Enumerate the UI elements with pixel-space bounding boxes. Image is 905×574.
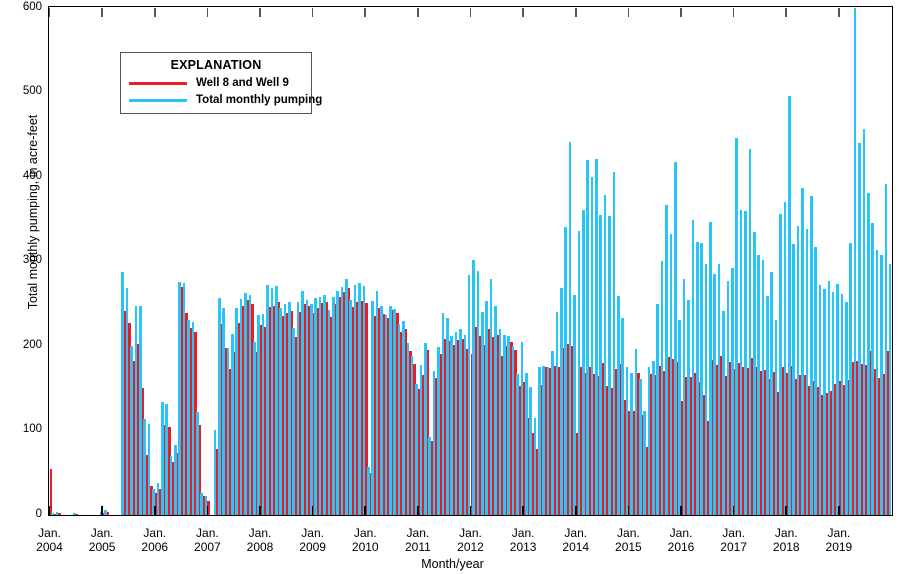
y-tick-label: 300 [22,254,42,266]
x-tick-mark-top [522,7,524,17]
y-tick-label: 500 [22,85,42,97]
legend-swatch-wells [129,81,187,85]
legend-box: EXPLANATION Well 8 and Well 9 Total mont… [120,52,322,114]
x-tick-mark [469,505,472,515]
x-tick-label-month: Jan. [827,526,851,540]
y-tick-label: 200 [22,338,42,351]
bar-well-8-and-well-9 [58,512,61,515]
x-tick-mark-top [311,7,314,17]
x-tick-mark-top [732,7,735,17]
x-tick-mark-top [153,7,156,17]
bar-well-8-and-well-9 [75,513,79,515]
x-tick-mark-top [48,7,51,17]
x-tick-mark [259,505,261,515]
legend-item-wells: Well 8 and Well 9 [121,77,311,89]
x-tick-mark [522,505,524,515]
y-tick-label: 600 [22,0,42,13]
x-tick-mark [732,505,735,515]
x-tick-mark-top [838,7,840,17]
y-tick-label: 100 [22,423,42,435]
x-tick-mark-top [627,7,630,17]
x-tick-mark-top [469,7,472,17]
x-tick-mark [838,505,840,515]
legend-label-wells: Well 8 and Well 9 [196,77,289,89]
legend-label-total: Total monthly pumping [196,94,323,106]
x-tick-mark [206,505,209,515]
legend-title: EXPLANATION [170,58,262,72]
x-tick-mark [785,505,788,515]
legend-item-total: Total monthly pumping [121,94,322,106]
x-tick-mark-top [574,7,577,17]
x-tick-label: Jan. 2019 [804,526,874,554]
y-tick-label: 0 [35,507,42,520]
x-tick-mark [364,505,367,515]
x-tick-mark [680,505,682,515]
x-tick-mark [417,505,419,515]
y-axis-title: Total monthly pumping, in acre-feet [26,114,40,310]
x-tick-label-year: 2019 [825,539,853,554]
x-tick-mark-top [259,7,261,17]
bar-well-8-and-well-9 [106,511,110,515]
x-tick-mark [627,505,630,515]
x-tick-mark [48,505,51,515]
x-tick-mark-top [680,7,682,17]
x-tick-mark-top [785,7,788,17]
x-tick-mark [153,505,156,515]
x-axis-title: Month/year [421,557,484,571]
x-tick-mark [574,505,577,515]
x-tick-mark [101,505,103,515]
x-tick-mark-top [101,7,103,17]
legend-swatch-total [129,98,187,102]
x-tick-mark-top [364,7,367,17]
y-tick-label: 400 [22,169,42,182]
chart-figure: Total monthly pumping, in acre-feet 600 5… [0,0,905,574]
x-tick-mark-top [417,7,419,17]
x-tick-mark-top [206,7,209,17]
x-tick-mark [311,505,314,515]
